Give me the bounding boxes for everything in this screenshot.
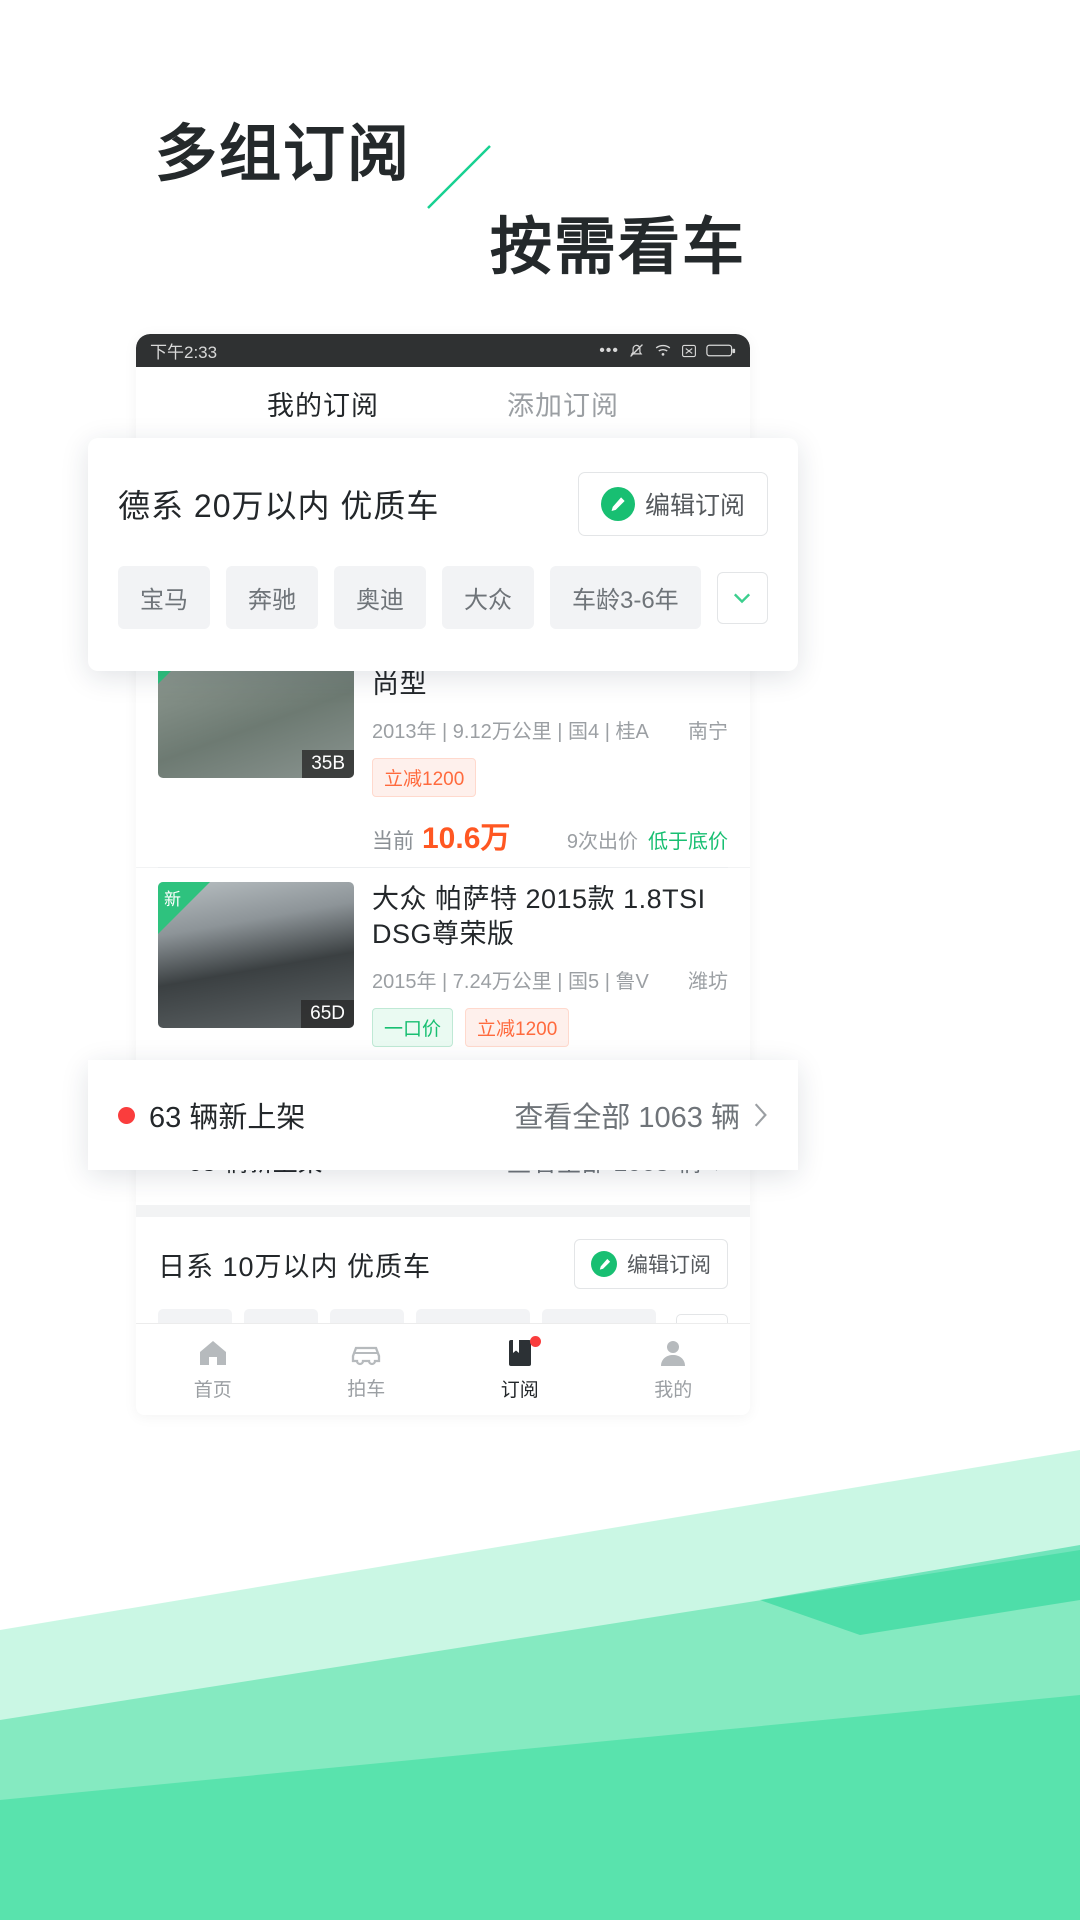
plate-badge: 65D [301, 1000, 354, 1028]
new-listings-banner[interactable]: 63 辆新上架 查看全部 1063 辆 [88, 1060, 798, 1170]
new-indicator-dot [118, 1107, 135, 1124]
below-reserve-label: 低于底价 [648, 825, 728, 854]
highlighted-subscription-card[interactable]: 德系 20万以内 优质车 编辑订阅 宝马 奔驰 奥迪 大众 车龄3-6年 [88, 438, 798, 671]
wifi-icon [654, 342, 672, 359]
nav-item-subscription[interactable]: 订阅 [443, 1338, 597, 1402]
car-spec: 2015年 | 7.24万公里 | 国5 | 鲁V [372, 965, 688, 994]
tab-my-subscriptions[interactable]: 我的订阅 [267, 384, 379, 423]
subscription-tag[interactable]: 奔驰 [226, 566, 318, 629]
pencil-icon [601, 487, 635, 521]
subscription-card-header: 德系 20万以内 优质车 编辑订阅 [88, 438, 798, 536]
view-all-listings-link[interactable]: 查看全部 1063 辆 [514, 1094, 768, 1136]
nav-item-auction[interactable]: 拍车 [290, 1339, 444, 1401]
status-bar-time: 下午2:33 [150, 338, 217, 363]
car-price-row: 当前 10.6万 9次出价 低于底价 [372, 813, 728, 857]
tab-add-subscription[interactable]: 添加订阅 [507, 384, 619, 423]
expand-tags-button[interactable] [717, 572, 768, 624]
bottom-navigation-bar: 首页 拍车 订阅 我的 [136, 1323, 750, 1415]
edit-subscription-button[interactable]: 编辑订阅 [574, 1239, 728, 1289]
new-badge-label: 新 [164, 885, 181, 910]
car-badges: 一口价 立减1200 [372, 1008, 728, 1047]
promo-headline-primary: 多组订阅 [155, 103, 411, 193]
subscription-tag-row: 宝马 奔驰 奥迪 大众 车龄3-6年 [88, 536, 798, 665]
edit-subscription-button[interactable]: 编辑订阅 [578, 472, 768, 536]
promo-headline-secondary: 按需看车 [490, 196, 746, 286]
new-listings-count: 63 辆新上架 [149, 1094, 305, 1136]
nav-label: 我的 [654, 1375, 692, 1402]
car-icon [348, 1339, 384, 1367]
edit-subscription-label: 编辑订阅 [627, 1249, 711, 1279]
car-spec: 2013年 | 9.12万公里 | 国4 | 桂A [372, 715, 688, 744]
car-thumbnail[interactable]: 新 65D [158, 882, 354, 1028]
edit-subscription-label: 编辑订阅 [645, 486, 745, 522]
subscription-tag[interactable]: 车龄3-6年 [550, 566, 701, 629]
nav-item-profile[interactable]: 我的 [597, 1338, 751, 1402]
discount-badge: 立减1200 [465, 1008, 569, 1047]
battery-icon [706, 343, 736, 358]
nav-badge-dot [530, 1336, 541, 1347]
car-city: 潍坊 [688, 965, 728, 994]
chevron-down-icon [732, 592, 752, 604]
plate-badge: 35B [302, 750, 354, 778]
more-dots-icon: ••• [599, 343, 619, 359]
car-city: 南宁 [688, 715, 728, 744]
nav-label: 拍车 [347, 1374, 385, 1401]
car-badges: 立减1200 [372, 758, 728, 797]
price-value: 10.6万 [422, 813, 510, 857]
status-bar: 下午2:33 ••• [136, 334, 750, 367]
subscription-title: 德系 20万以内 优质车 [118, 481, 578, 527]
nav-item-home[interactable]: 首页 [136, 1338, 290, 1402]
subscription-tag[interactable]: 大众 [442, 566, 534, 629]
subscription-tag[interactable]: 奥迪 [334, 566, 426, 629]
discount-badge: 立减1200 [372, 758, 476, 797]
nav-label: 首页 [194, 1375, 232, 1402]
chevron-right-icon [752, 1102, 768, 1128]
car-meta: 2015年 | 7.24万公里 | 国5 | 鲁V 潍坊 [372, 965, 728, 994]
car-name: 大众 帕萨特 2015款 1.8TSI DSG尊荣版 [372, 882, 728, 951]
top-tab-bar: 我的订阅 添加订阅 [136, 367, 750, 439]
fixed-price-badge: 一口价 [372, 1008, 453, 1047]
nav-label: 订阅 [501, 1375, 539, 1402]
home-icon [196, 1338, 230, 1368]
view-all-label: 查看全部 1063 辆 [514, 1094, 740, 1136]
subscription-card-header: 日系 10万以内 优质车 编辑订阅 [136, 1217, 750, 1289]
car-meta: 2013年 | 9.12万公里 | 国4 | 桂A 南宁 [372, 715, 728, 744]
diagonal-slash-icon [424, 142, 494, 212]
bid-count: 9次出价 [567, 825, 638, 854]
signal-x-icon [681, 343, 697, 359]
pencil-icon [591, 1251, 617, 1277]
subscription-title: 日系 10万以内 优质车 [158, 1245, 574, 1284]
mute-bell-icon [628, 342, 645, 359]
price-label: 当前 [372, 825, 414, 855]
person-icon [658, 1338, 688, 1368]
highlighted-new-listings-banner[interactable]: 63 辆新上架 查看全部 1063 辆 [88, 1060, 798, 1170]
subscription-tag[interactable]: 宝马 [118, 566, 210, 629]
